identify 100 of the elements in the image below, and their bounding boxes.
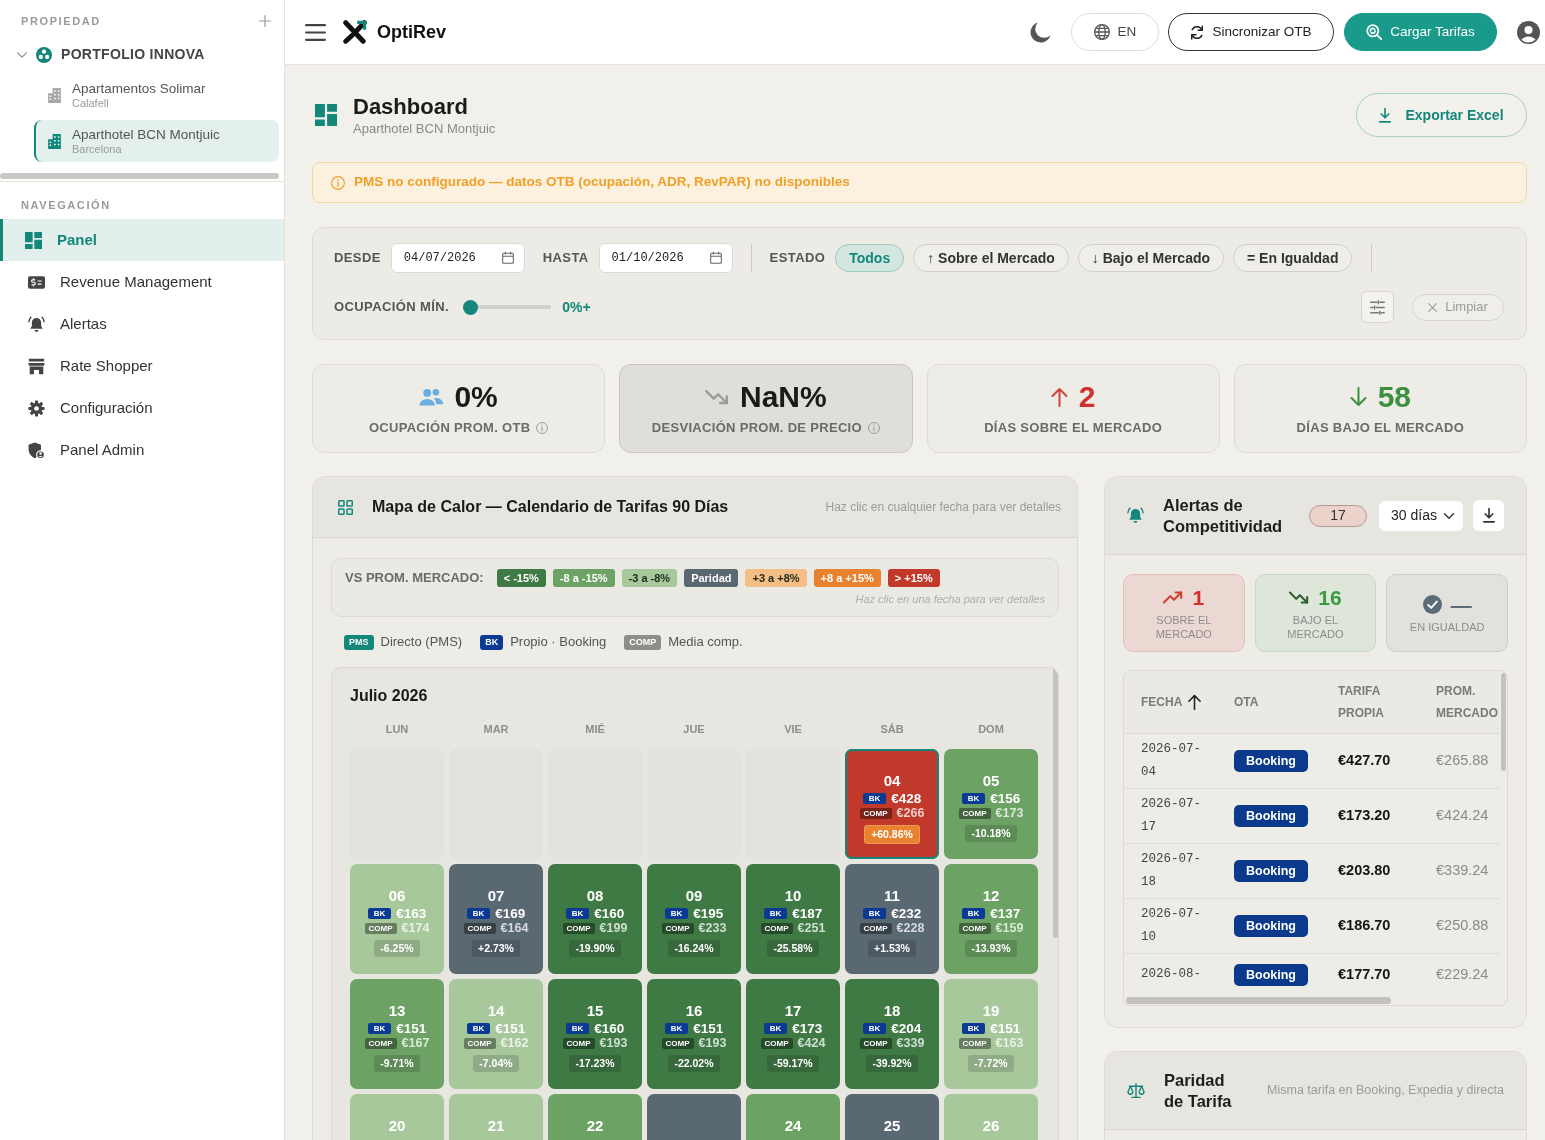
- property-item[interactable]: Aparthotel BCN Montjuic Barcelona: [34, 120, 279, 162]
- calendar-day[interactable]: 04 BK €428 COMP €266 +60.86%: [845, 749, 939, 859]
- summary-card[interactable]: 1 SOBRE EL MERCADO: [1123, 574, 1245, 652]
- three-dots-circle-icon: [36, 46, 52, 63]
- own-rate: €187: [792, 906, 823, 921]
- column-header[interactable]: OTA: [1234, 690, 1259, 713]
- kpi-card[interactable]: NaN% DESVIACIÓN PROM. DE PRECIO: [619, 364, 913, 453]
- filter-chip[interactable]: ↓ Bajo el Mercado: [1077, 244, 1225, 272]
- calendar-day[interactable]: 07 BK €169 COMP €164 +2.73%: [449, 864, 543, 974]
- legend-label: Media comp.: [668, 633, 743, 652]
- kpi-card[interactable]: 0% OCUPACIÓN PROM. OTB: [312, 364, 606, 453]
- calendar-day[interactable]: 08 BK €160 COMP €199 -19.90%: [548, 864, 642, 974]
- calendar-day[interactable]: 06 BK €163 COMP €174 -6.25%: [350, 864, 444, 974]
- calendar-day[interactable]: 19 BK €151 COMP €163 -7.72%: [944, 979, 1038, 1089]
- own-rate: €163: [396, 906, 427, 921]
- legend-chip: < -15%: [496, 568, 546, 587]
- source-badge: BK: [862, 908, 887, 919]
- table-cell: 2026-07-18: [1124, 843, 1234, 898]
- scrollbar[interactable]: [1126, 997, 1391, 1004]
- day-number: 06: [388, 886, 406, 906]
- source-badge: COMP: [958, 808, 991, 819]
- calendar-day[interactable]: 14 BK €151 COMP €162 -7.04%: [449, 979, 543, 1089]
- slider-thumb[interactable]: [463, 299, 479, 315]
- filter-label: DESDE: [334, 249, 381, 268]
- kpi-card[interactable]: 2 DÍAS SOBRE EL MERCADO: [926, 364, 1220, 453]
- user-avatar-icon[interactable]: [1517, 20, 1540, 44]
- legend-title: VS PROM. MERCADO:: [345, 569, 484, 587]
- section-heading: NAVEGACIÓN: [21, 199, 111, 211]
- calendar-day[interactable]: 09 BK €195 COMP €233 -16.24%: [647, 864, 741, 974]
- section-title: Alertas de Competitividad: [1163, 494, 1284, 537]
- property-item[interactable]: Apartamentos Solimar Calafell: [34, 75, 279, 115]
- scrollbar[interactable]: [0, 173, 279, 179]
- column-header[interactable]: FECHA: [1141, 690, 1183, 713]
- summary-value: 1: [1192, 585, 1205, 610]
- calendar-day[interactable]: 18 BK €204 COMP €339 -39.92%: [845, 979, 939, 1089]
- source-badge: COMP: [859, 923, 892, 934]
- source-badge: BK: [961, 793, 986, 804]
- calendar-day[interactable]: 16 BK €151 COMP €193 -22.02%: [647, 979, 741, 1089]
- moon-icon[interactable]: [1030, 21, 1051, 43]
- legend-chip: > +15%: [887, 568, 940, 587]
- tree-item[interactable]: PORTFOLIO INNOVA: [0, 44, 205, 65]
- kpi-card[interactable]: 58 DÍAS BAJO EL MERCADO: [1233, 364, 1527, 453]
- scrollbar[interactable]: [1501, 673, 1506, 771]
- logo-icon: [343, 20, 367, 44]
- download-button[interactable]: [1473, 500, 1504, 531]
- sync-button[interactable]: Sincronizar OTB: [1168, 13, 1334, 51]
- hint-text: Haz clic en una fecha para ver detalles: [854, 592, 1045, 606]
- own-rate: €151: [396, 1021, 427, 1036]
- table-cell: 2026-07-17: [1124, 788, 1234, 843]
- weekday-label: LUN: [384, 722, 410, 736]
- calendar-day[interactable]: 15 BK €160 COMP €193 -17.23%: [548, 979, 642, 1089]
- column-header[interactable]: PROM. MERCADO: [1436, 679, 1498, 724]
- table-cell: 2026-07-10: [1124, 898, 1234, 953]
- competitor-rate: €193: [698, 1036, 727, 1051]
- calendar-day[interactable]: 05 BK €156 COMP €173 -10.18%: [944, 749, 1038, 859]
- summary-card[interactable]: — EN IGUALDAD: [1386, 574, 1508, 652]
- difference-badge: -17.23%: [569, 1055, 621, 1072]
- day-number: 13: [388, 1001, 406, 1021]
- source-badge: COMP: [859, 1038, 892, 1049]
- nav-item[interactable]: Panel Admin: [0, 429, 284, 471]
- trend-down-icon: [705, 389, 729, 406]
- filter-label: HASTA: [542, 249, 589, 268]
- section-heading: PROPIEDAD: [21, 14, 101, 28]
- nav-item[interactable]: Alertas: [0, 303, 284, 345]
- nav-item[interactable]: Revenue Management: [0, 261, 284, 303]
- calendar-day[interactable]: 25: [845, 1094, 939, 1140]
- day-number: 25: [883, 1116, 901, 1136]
- hint-text: Haz clic en cualquier fecha para ver detalles: [825, 499, 1061, 516]
- filter-chip[interactable]: = En Igualdad: [1233, 244, 1353, 272]
- calendar-day[interactable]: 17 BK €173 COMP €424 -59.17%: [746, 979, 840, 1089]
- day-number: 14: [487, 1001, 505, 1021]
- calendar-day[interactable]: 11 BK €232 COMP €228 +1.53%: [845, 864, 939, 974]
- source-badge: BK: [480, 634, 504, 650]
- calendar-day[interactable]: 12 BK €137 COMP €159 -13.93%: [944, 864, 1038, 974]
- calendar-day[interactable]: 13 BK €151 COMP €167 -9.71%: [350, 979, 444, 1089]
- filter-chip[interactable]: ↑ Sobre el Mercado: [913, 244, 1069, 272]
- export-button[interactable]: Exportar Excel: [1356, 93, 1527, 137]
- date-field[interactable]: 04/07/2026: [390, 243, 525, 273]
- plus-icon[interactable]: [259, 15, 271, 27]
- source-badge: COMP: [463, 1038, 496, 1049]
- date-field[interactable]: 01/10/2026: [598, 243, 733, 273]
- source-badge: BK: [466, 1023, 491, 1034]
- nav-item[interactable]: Configuración: [0, 387, 284, 429]
- day-number: 26: [982, 1116, 1000, 1136]
- competitor-rate: €193: [599, 1036, 628, 1051]
- warning-text: PMS no configurado — datos OTB (ocupación, ADR, RevPAR) no disponibles: [354, 173, 850, 192]
- language-button[interactable]: EN: [1071, 13, 1159, 51]
- calendar-day[interactable]: 10 BK €187 COMP €251 -25.58%: [746, 864, 840, 974]
- period-select[interactable]: 30 días: [1379, 500, 1463, 531]
- scrollbar[interactable]: [1053, 668, 1058, 938]
- scale-icon: [1127, 1082, 1145, 1099]
- column-header[interactable]: TARIFA PROPIA: [1338, 679, 1384, 724]
- filter-settings-button[interactable]: [1361, 291, 1394, 323]
- source-badge: BK: [664, 908, 689, 919]
- day-number: 08: [586, 886, 604, 906]
- summary-value: 16: [1318, 585, 1342, 610]
- menu-icon[interactable]: [305, 23, 326, 41]
- nav-item[interactable]: Panel: [0, 219, 284, 261]
- day-number: 12: [982, 886, 1000, 906]
- nav-item[interactable]: Rate Shopper: [0, 345, 284, 387]
